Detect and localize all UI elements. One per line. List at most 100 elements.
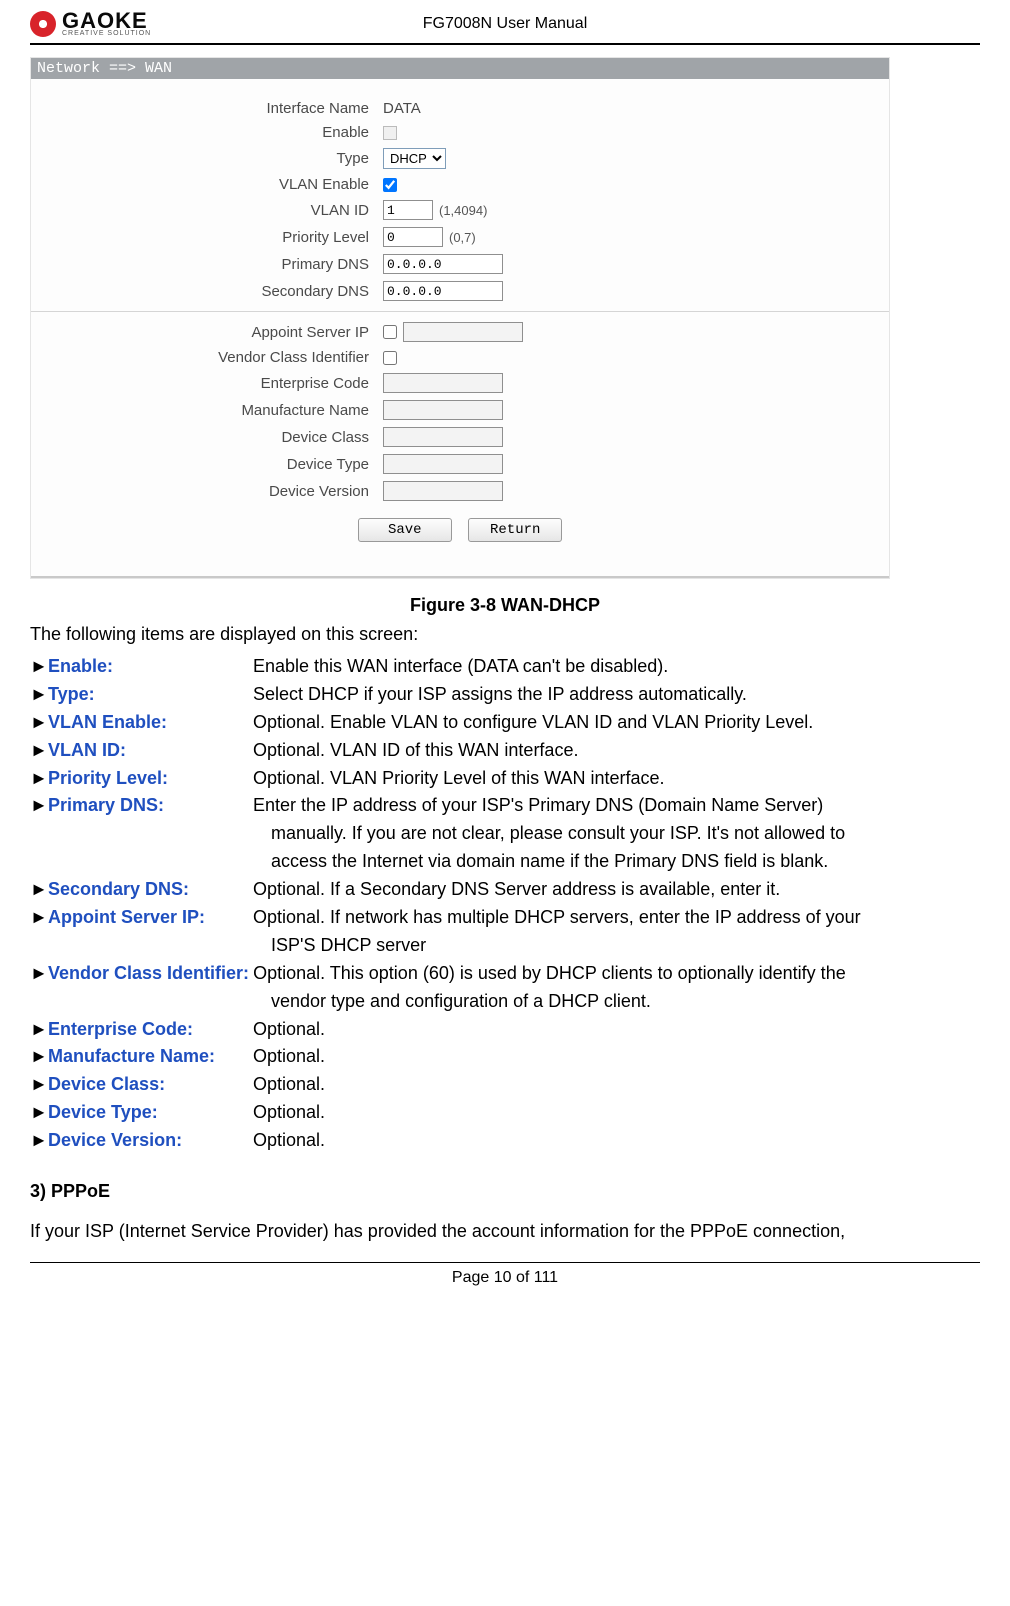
description-continuation: ISP'S DHCP server bbox=[271, 932, 980, 960]
type-label: Type bbox=[31, 150, 383, 167]
description-term: Secondary DNS: bbox=[48, 876, 253, 904]
bullet-icon: ► bbox=[30, 792, 48, 820]
device-version-label: Device Version bbox=[31, 483, 383, 500]
enterprise-code-input[interactable] bbox=[383, 373, 503, 393]
appoint-server-ip-input[interactable] bbox=[403, 322, 523, 342]
enable-label: Enable bbox=[31, 124, 383, 141]
document-title: FG7008N User Manual bbox=[423, 15, 588, 33]
enable-checkbox[interactable] bbox=[383, 126, 397, 140]
priority-level-label: Priority Level bbox=[31, 229, 383, 246]
interface-name-label: Interface Name bbox=[31, 100, 383, 117]
divider bbox=[31, 311, 889, 312]
description-text: Optional. VLAN ID of this WAN interface. bbox=[253, 737, 980, 765]
type-select[interactable]: DHCP bbox=[383, 148, 446, 169]
description-term: Vendor Class Identifier: bbox=[48, 960, 249, 988]
logo-subtext: CREATIVE SOLUTION bbox=[62, 30, 151, 37]
description-row: ►Device Type: Optional. bbox=[30, 1099, 980, 1127]
primary-dns-input[interactable] bbox=[383, 254, 503, 274]
device-type-label: Device Type bbox=[31, 456, 383, 473]
primary-dns-label: Primary DNS bbox=[31, 256, 383, 273]
description-text: Optional. Enable VLAN to configure VLAN … bbox=[253, 709, 980, 737]
vlan-enable-checkbox[interactable] bbox=[383, 178, 397, 192]
bullet-icon: ► bbox=[30, 876, 48, 904]
interface-name-value: DATA bbox=[383, 100, 421, 117]
description-row: ►Device Version: Optional. bbox=[30, 1127, 980, 1155]
description-row: ►Vendor Class Identifier: Optional. This… bbox=[30, 960, 980, 988]
description-row: ►Primary DNS: Enter the IP address of yo… bbox=[30, 792, 980, 820]
device-class-input[interactable] bbox=[383, 427, 503, 447]
description-row: ►Manufacture Name: Optional. bbox=[30, 1043, 980, 1071]
lead-text: The following items are displayed on thi… bbox=[30, 624, 980, 645]
description-row: ►Enterprise Code: Optional. bbox=[30, 1016, 980, 1044]
manufacture-name-label: Manufacture Name bbox=[31, 402, 383, 419]
description-text: Enter the IP address of your ISP's Prima… bbox=[253, 792, 980, 820]
description-term: Enterprise Code: bbox=[48, 1016, 253, 1044]
description-text: Optional. bbox=[253, 1043, 980, 1071]
bullet-icon: ► bbox=[30, 904, 48, 932]
pppoe-paragraph: If your ISP (Internet Service Provider) … bbox=[30, 1218, 980, 1246]
description-term: Priority Level: bbox=[48, 765, 253, 793]
description-term: VLAN Enable: bbox=[48, 709, 253, 737]
appoint-server-ip-label: Appoint Server IP bbox=[31, 324, 383, 341]
description-continuation: vendor type and configuration of a DHCP … bbox=[271, 988, 980, 1016]
logo-text: GAOKE bbox=[62, 10, 151, 32]
manufacture-name-input[interactable] bbox=[383, 400, 503, 420]
bullet-icon: ► bbox=[30, 1043, 48, 1071]
description-continuation: manually. If you are not clear, please c… bbox=[271, 820, 980, 848]
appoint-server-ip-checkbox[interactable] bbox=[383, 325, 397, 339]
description-text: Enable this WAN interface (DATA can't be… bbox=[253, 653, 980, 681]
priority-level-hint: (0,7) bbox=[449, 230, 476, 245]
vlan-enable-label: VLAN Enable bbox=[31, 176, 383, 193]
return-button[interactable]: Return bbox=[468, 518, 562, 542]
description-row: ►Secondary DNS: Optional. If a Secondary… bbox=[30, 876, 980, 904]
device-class-label: Device Class bbox=[31, 429, 383, 446]
vlan-id-hint: (1,4094) bbox=[439, 203, 487, 218]
device-type-input[interactable] bbox=[383, 454, 503, 474]
vendor-class-identifier-checkbox[interactable] bbox=[383, 351, 397, 365]
bullet-icon: ► bbox=[30, 737, 48, 765]
description-continuation: access the Internet via domain name if t… bbox=[271, 848, 980, 876]
description-text: Optional. If a Secondary DNS Server addr… bbox=[253, 876, 980, 904]
figure-caption: Figure 3-8 WAN-DHCP bbox=[30, 595, 980, 616]
bullet-icon: ► bbox=[30, 765, 48, 793]
description-row: ►VLAN Enable: Optional. Enable VLAN to c… bbox=[30, 709, 980, 737]
logo-icon bbox=[30, 11, 56, 37]
description-row: ►VLAN ID: Optional. VLAN ID of this WAN … bbox=[30, 737, 980, 765]
secondary-dns-label: Secondary DNS bbox=[31, 283, 383, 300]
page-footer: Page 10 of 111 bbox=[30, 1262, 980, 1287]
bullet-icon: ► bbox=[30, 1071, 48, 1099]
logo: GAOKE CREATIVE SOLUTION bbox=[30, 10, 151, 37]
description-row: ►Device Class: Optional. bbox=[30, 1071, 980, 1099]
description-text: Optional. bbox=[253, 1127, 980, 1155]
secondary-dns-input[interactable] bbox=[383, 281, 503, 301]
bullet-icon: ► bbox=[30, 681, 48, 709]
bullet-icon: ► bbox=[30, 653, 48, 681]
section-3-heading: 3) PPPoE bbox=[30, 1181, 980, 1202]
description-text: Optional. bbox=[253, 1099, 980, 1127]
description-text: Optional. If network has multiple DHCP s… bbox=[253, 904, 980, 932]
device-version-input[interactable] bbox=[383, 481, 503, 501]
description-text: Optional. This option (60) is used by DH… bbox=[253, 960, 980, 988]
wan-config-panel: Network ==> WAN Interface Name DATA Enab… bbox=[30, 57, 890, 579]
vendor-class-identifier-label: Vendor Class Identifier bbox=[31, 349, 383, 366]
page-header: GAOKE CREATIVE SOLUTION FG7008N User Man… bbox=[30, 0, 980, 45]
description-row: ►Enable: Enable this WAN interface (DATA… bbox=[30, 653, 980, 681]
vlan-id-input[interactable] bbox=[383, 200, 433, 220]
priority-level-input[interactable] bbox=[383, 227, 443, 247]
vlan-id-label: VLAN ID bbox=[31, 202, 383, 219]
description-term: Enable: bbox=[48, 653, 253, 681]
bullet-icon: ► bbox=[30, 709, 48, 737]
description-term: Device Class: bbox=[48, 1071, 253, 1099]
description-row: ►Type: Select DHCP if your ISP assigns t… bbox=[30, 681, 980, 709]
save-button[interactable]: Save bbox=[358, 518, 452, 542]
description-term: Device Version: bbox=[48, 1127, 253, 1155]
panel-footer-line bbox=[31, 576, 889, 578]
description-text: Optional. VLAN Priority Level of this WA… bbox=[253, 765, 980, 793]
description-term: Primary DNS: bbox=[48, 792, 253, 820]
field-descriptions: ►Enable: Enable this WAN interface (DATA… bbox=[30, 653, 980, 1155]
description-row: ►Appoint Server IP: Optional. If network… bbox=[30, 904, 980, 932]
description-term: Type: bbox=[48, 681, 253, 709]
description-term: VLAN ID: bbox=[48, 737, 253, 765]
bullet-icon: ► bbox=[30, 1099, 48, 1127]
enterprise-code-label: Enterprise Code bbox=[31, 375, 383, 392]
